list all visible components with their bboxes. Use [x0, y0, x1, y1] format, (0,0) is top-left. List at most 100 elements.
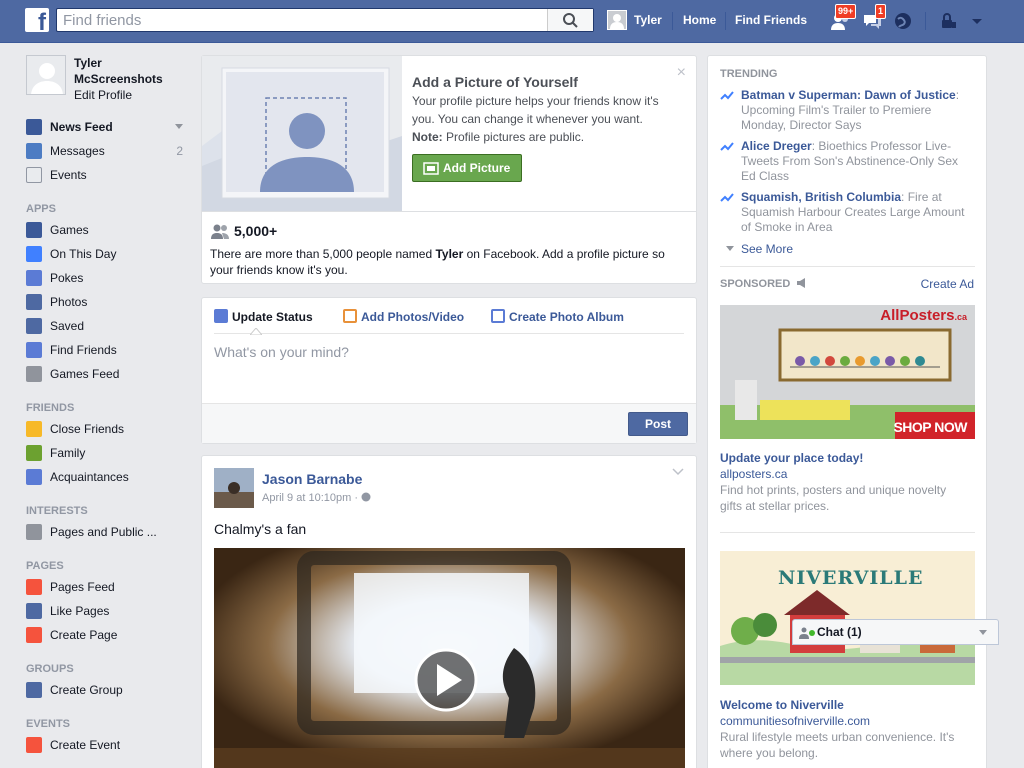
- friend-requests-badge: 99+: [835, 4, 857, 19]
- see-more-link[interactable]: See More: [726, 242, 793, 256]
- facebook-logo[interactable]: f: [25, 8, 49, 32]
- add-picture-button[interactable]: Add Picture: [412, 154, 522, 182]
- sidebar-item-label: Pokes: [50, 271, 84, 285]
- post-author-avatar[interactable]: [214, 468, 254, 508]
- sidebar-item-pokes[interactable]: Pokes: [26, 266, 191, 290]
- sidebar-item-create-event[interactable]: Create Event: [26, 733, 191, 757]
- profile-picture[interactable]: [26, 55, 66, 95]
- photos-icon: [26, 294, 42, 310]
- people-desc-name: Tyler: [435, 247, 464, 261]
- sidebar-item-label: Close Friends: [50, 422, 125, 436]
- close-icon[interactable]: ×: [677, 64, 686, 82]
- friend-requests-jewel[interactable]: 99+: [829, 4, 857, 32]
- sidebar-item-close-friends[interactable]: Close Friends: [26, 417, 191, 441]
- ad-niverville-image[interactable]: NIVERVILLE: [720, 551, 975, 685]
- left-sidebar: Tyler McScreenshots Edit Profile News Fe…: [26, 55, 191, 757]
- sidebar-item-messages[interactable]: Messages 2: [26, 139, 191, 163]
- tab-update-status-label: Update Status: [232, 310, 313, 324]
- search-input[interactable]: [57, 9, 547, 31]
- sidebar-item-label: Games Feed: [50, 367, 120, 381]
- sidebar-item-events[interactable]: Events: [26, 163, 191, 187]
- status-input[interactable]: What's on your mind?: [214, 344, 349, 360]
- sidebar-item-family[interactable]: Family: [26, 441, 191, 465]
- niverville-banner: NIVERVILLE: [778, 567, 924, 589]
- post-author-name[interactable]: Jason Barnabe: [262, 471, 362, 487]
- sidebar-item-photos[interactable]: Photos: [26, 290, 191, 314]
- chat-options-icon[interactable]: [978, 629, 988, 637]
- trending-item[interactable]: Batman v Superman: Dawn of Justice: Upco…: [720, 88, 975, 133]
- tab-update-status[interactable]: Update Status: [214, 309, 313, 324]
- post-timestamp[interactable]: April 9 at 10:10pm ·: [262, 492, 371, 504]
- privacy-shortcuts[interactable]: [938, 10, 960, 32]
- sidebar-item-create-group[interactable]: Create Group: [26, 678, 191, 702]
- sidebar-item-acquaintances[interactable]: Acquaintances: [26, 465, 191, 489]
- account-settings-menu[interactable]: [966, 10, 988, 32]
- sidebar-item-create-page[interactable]: Create Page: [26, 623, 191, 647]
- video-frame: [214, 548, 685, 768]
- author-photo: [214, 468, 254, 508]
- sidebar-item-like-pages[interactable]: Like Pages: [26, 599, 191, 623]
- create-ad-link[interactable]: Create Ad: [921, 277, 974, 291]
- pages-heading: PAGES: [26, 560, 64, 572]
- globe-icon: [895, 13, 911, 29]
- ad-niverville-title[interactable]: Welcome to Niverville: [720, 698, 844, 712]
- sidebar-item-saved[interactable]: Saved: [26, 314, 191, 338]
- chevron-down-icon[interactable]: [175, 124, 183, 130]
- sidebar-item-pages-feed[interactable]: Pages Feed: [26, 575, 191, 599]
- sidebar-item-news-feed[interactable]: News Feed: [26, 115, 191, 139]
- sidebar-item-label: Like Pages: [50, 604, 110, 618]
- profile-name[interactable]: Tyler McScreenshots: [74, 55, 184, 87]
- sidebar-item-pages-and-public[interactable]: Pages and Public ...: [26, 520, 191, 544]
- profile-placeholder-image: [202, 56, 402, 211]
- people-icon: [211, 224, 229, 239]
- nav-find-friends-link[interactable]: Find Friends: [735, 13, 807, 27]
- chat-label: Chat (1): [817, 625, 862, 639]
- post-button[interactable]: Post: [628, 412, 688, 436]
- composer-footer: Post: [202, 403, 696, 443]
- people-count: 5,000+: [234, 223, 278, 239]
- trending-arrow-icon: [720, 193, 734, 202]
- plus-event-icon: [26, 737, 42, 753]
- note-label: Note:: [412, 130, 443, 144]
- ad-allposters-url[interactable]: allposters.ca: [720, 467, 787, 481]
- bookmark-icon: [26, 318, 42, 334]
- find-friends-icon: [26, 342, 42, 358]
- sidebar-item-label: Pages and Public ...: [50, 525, 157, 539]
- right-sidebar: TRENDING Batman v Superman: Dawn of Just…: [707, 55, 987, 768]
- nav-avatar[interactable]: [607, 10, 627, 30]
- photo-album-icon: [491, 309, 505, 323]
- sidebar-item-label: On This Day: [50, 247, 117, 261]
- post-options-chevron-icon[interactable]: [672, 468, 684, 476]
- trending-item[interactable]: Squamish, British Columbia: Fire at Squa…: [720, 190, 975, 235]
- sidebar-item-label: Create Event: [50, 738, 121, 752]
- trending-item[interactable]: Alice Dreger: Bioethics Professor Live-T…: [720, 139, 975, 184]
- nav-profile-link[interactable]: Tyler: [634, 13, 662, 27]
- star-icon: [26, 421, 42, 437]
- tab-create-photo-album[interactable]: Create Photo Album: [491, 309, 624, 324]
- sidebar-item-find-friends[interactable]: Find Friends: [26, 338, 191, 362]
- ad-allposters-title[interactable]: Update your place today!: [720, 451, 863, 465]
- megaphone-icon: [797, 278, 806, 288]
- search-button[interactable]: [547, 9, 593, 31]
- tab-add-photos-video[interactable]: Add Photos/Video: [343, 309, 464, 324]
- nav-divider: [725, 12, 726, 30]
- sidebar-item-games[interactable]: Games: [26, 218, 191, 242]
- ad-niverville-url[interactable]: communitiesofniverville.com: [720, 714, 870, 728]
- tab-active-indicator: [250, 328, 262, 335]
- plus-page-icon: [26, 627, 42, 643]
- chat-tab[interactable]: Chat (1): [792, 619, 999, 645]
- groups-heading: GROUPS: [26, 663, 74, 675]
- messages-jewel[interactable]: 1: [861, 4, 887, 32]
- ad-allposters-image[interactable]: AllPosters.ca SHOP NOW: [720, 305, 975, 439]
- default-avatar-icon: [610, 14, 624, 29]
- notifications-jewel[interactable]: [892, 10, 914, 32]
- post-video[interactable]: [214, 548, 685, 768]
- sidebar-item-on-this-day[interactable]: On This Day: [26, 242, 191, 266]
- note-text: Profile pictures are public.: [442, 130, 585, 144]
- megaphone-icon: [26, 579, 42, 595]
- add-picture-desc-text: Your profile picture helps your friends …: [412, 94, 659, 126]
- nav-home-link[interactable]: Home: [683, 13, 716, 27]
- edit-profile-link[interactable]: Edit Profile: [74, 88, 132, 102]
- trending-title: Squamish, British Columbia: [741, 190, 902, 204]
- sidebar-item-games-feed[interactable]: Games Feed: [26, 362, 191, 386]
